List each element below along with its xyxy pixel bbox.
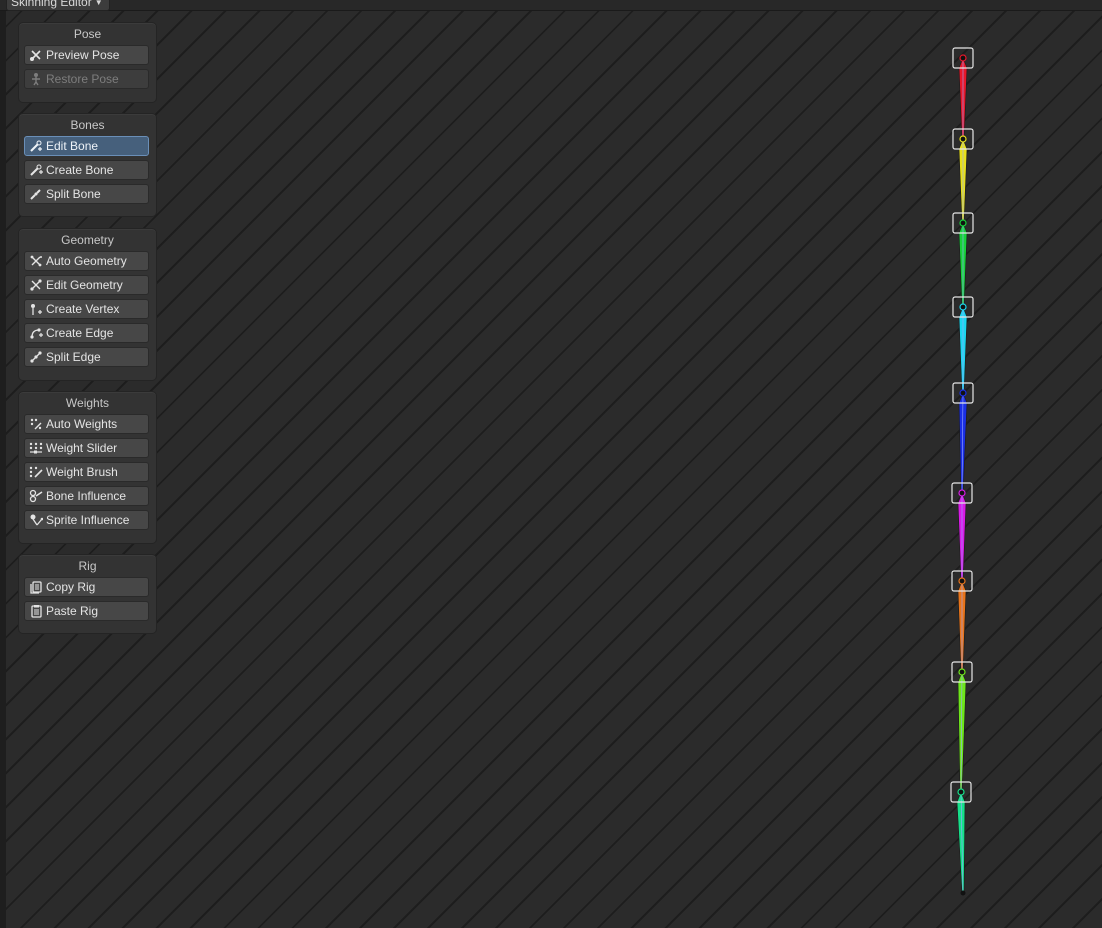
sprite-canvas[interactable] bbox=[0, 0, 1102, 928]
weight-brush-button[interactable]: Weight Brush bbox=[24, 462, 149, 482]
split-edge-icon bbox=[29, 350, 43, 364]
create-edge-button[interactable]: Create Edge bbox=[24, 323, 149, 343]
button-label: Weight Brush bbox=[46, 465, 118, 479]
restore-pose-icon bbox=[29, 72, 43, 86]
auto-geometry-button[interactable]: Auto Geometry bbox=[24, 251, 149, 271]
preview-pose-button[interactable]: Preview Pose bbox=[24, 45, 149, 65]
split-bone-button[interactable]: Split Bone bbox=[24, 184, 149, 204]
sprite-influence-icon bbox=[29, 513, 43, 527]
top-toolbar: Skinning Editor ▼ bbox=[0, 0, 1102, 11]
button-label: Edit Geometry bbox=[46, 278, 123, 292]
bone-influence-button[interactable]: Bone Influence bbox=[24, 486, 149, 506]
bones-panel: Bones Edit Bone Create Bone Split Bone bbox=[18, 113, 157, 217]
panel-title: Rig bbox=[78, 559, 97, 573]
paste-rig-icon bbox=[29, 604, 43, 618]
paste-rig-button[interactable]: Paste Rig bbox=[24, 601, 149, 621]
button-label: Auto Weights bbox=[46, 417, 118, 431]
weight-slider-icon bbox=[29, 441, 43, 455]
button-label: Paste Rig bbox=[46, 604, 99, 618]
create-bone-icon bbox=[29, 163, 43, 177]
create-vertex-icon bbox=[29, 302, 43, 316]
button-label: Copy Rig bbox=[46, 580, 96, 594]
button-label: Edit Bone bbox=[46, 139, 99, 153]
create-vertex-button[interactable]: Create Vertex bbox=[24, 299, 149, 319]
panel-title: Geometry bbox=[61, 233, 114, 247]
preview-pose-icon bbox=[29, 48, 43, 62]
pose-panel: Pose Preview Pose Restore Pose bbox=[18, 22, 157, 103]
window-edge bbox=[0, 10, 6, 928]
bone-influence-icon bbox=[29, 489, 43, 503]
auto-geometry-icon bbox=[29, 254, 43, 268]
weight-slider-button[interactable]: Weight Slider bbox=[24, 438, 149, 458]
mode-dropdown[interactable]: Skinning Editor ▼ bbox=[6, 0, 110, 11]
button-label: Split Edge bbox=[46, 350, 101, 364]
button-label: Bone Influence bbox=[46, 489, 127, 503]
panel-title: Bones bbox=[70, 118, 105, 132]
sprite-influence-button[interactable]: Sprite Influence bbox=[24, 510, 149, 530]
weight-brush-icon bbox=[29, 465, 43, 479]
copy-rig-icon bbox=[29, 580, 43, 594]
mode-dropdown-label: Skinning Editor bbox=[11, 0, 92, 9]
create-edge-icon bbox=[29, 326, 43, 340]
copy-rig-button[interactable]: Copy Rig bbox=[24, 577, 149, 597]
button-label: Preview Pose bbox=[46, 48, 120, 62]
edit-geometry-button[interactable]: Edit Geometry bbox=[24, 275, 149, 295]
edit-bone-button[interactable]: Edit Bone bbox=[24, 136, 149, 156]
chevron-down-icon: ▼ bbox=[94, 0, 103, 7]
button-label: Sprite Influence bbox=[46, 513, 130, 527]
restore-pose-button: Restore Pose bbox=[24, 69, 149, 89]
button-label: Create Edge bbox=[46, 326, 114, 340]
panel-title: Weights bbox=[65, 396, 110, 410]
button-label: Auto Geometry bbox=[46, 254, 127, 268]
geometry-panel: Geometry Auto Geometry Edit Geometry Creat… bbox=[18, 228, 157, 381]
button-label: Split Bone bbox=[46, 187, 101, 201]
button-label: Create Vertex bbox=[46, 302, 120, 316]
edit-geometry-icon bbox=[29, 278, 43, 292]
button-label: Create Bone bbox=[46, 163, 114, 177]
split-edge-button[interactable]: Split Edge bbox=[24, 347, 149, 367]
button-label: Restore Pose bbox=[46, 72, 119, 86]
button-label: Weight Slider bbox=[46, 441, 118, 455]
create-bone-button[interactable]: Create Bone bbox=[24, 160, 149, 180]
split-bone-icon bbox=[29, 187, 43, 201]
rig-panel: Rig Copy Rig Paste Rig bbox=[18, 554, 157, 634]
auto-weights-button[interactable]: Auto Weights bbox=[24, 414, 149, 434]
auto-weights-icon bbox=[29, 417, 43, 431]
weights-panel: Weights Auto Weights Weight Slider Weight … bbox=[18, 391, 157, 544]
edit-bone-icon bbox=[29, 139, 43, 153]
panel-title: Pose bbox=[73, 27, 102, 41]
